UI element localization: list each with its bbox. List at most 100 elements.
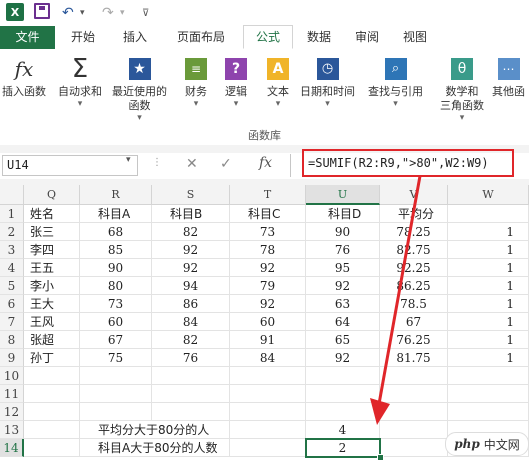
cell-R2[interactable]: 68 <box>80 223 152 241</box>
cell-V12[interactable] <box>380 403 448 421</box>
select-all-corner[interactable] <box>0 185 24 205</box>
cell-W11[interactable] <box>448 385 529 403</box>
cell-W5[interactable]: 1 <box>448 277 529 295</box>
cell-T10[interactable] <box>230 367 306 385</box>
undo-icon[interactable]: ↶ <box>62 3 74 23</box>
cell-Q12[interactable] <box>24 403 80 421</box>
row-header-1[interactable]: 1 <box>0 205 24 223</box>
row-header-8[interactable]: 8 <box>0 331 24 349</box>
cell-S9[interactable]: 76 <box>152 349 230 367</box>
cell-W4[interactable]: 1 <box>448 259 529 277</box>
cell-W2[interactable]: 1 <box>448 223 529 241</box>
cell-T7[interactable]: 60 <box>230 313 306 331</box>
formula-input[interactable]: =SUMIF(R2:R9,">80",W2:W9) <box>302 149 514 177</box>
cell-S11[interactable] <box>152 385 230 403</box>
cell-T13[interactable] <box>230 421 306 439</box>
cell-S14[interactable] <box>152 439 230 457</box>
cell-T9[interactable]: 84 <box>230 349 306 367</box>
row-header-9[interactable]: 9 <box>0 349 24 367</box>
cell-T1[interactable]: 科目C <box>230 205 306 223</box>
cell-Q1[interactable]: 姓名 <box>24 205 80 223</box>
tab-1[interactable]: 开始 <box>58 26 108 49</box>
cell-Q13[interactable] <box>24 421 80 439</box>
cell-R14[interactable]: 科目A大于80分的人数 <box>80 439 217 457</box>
ribbon-button-7[interactable]: ⌕ 查找与引用 ▾ <box>368 55 423 109</box>
row-header-11[interactable]: 11 <box>0 385 24 403</box>
tab-0[interactable]: 文件 <box>0 26 55 49</box>
cell-U12[interactable] <box>306 403 380 421</box>
fill-handle[interactable] <box>377 454 384 461</box>
cell-S7[interactable]: 84 <box>152 313 230 331</box>
column-header-R[interactable]: R <box>80 185 152 205</box>
cell-U2[interactable]: 90 <box>306 223 380 241</box>
column-header-W[interactable]: W <box>448 185 529 205</box>
ribbon-button-2[interactable]: ★ 最近使用的 函数 ▾ <box>112 55 167 123</box>
cell-Q14[interactable] <box>24 439 80 457</box>
cell-S1[interactable]: 科目B <box>152 205 230 223</box>
tab-2[interactable]: 插入 <box>112 26 158 49</box>
ribbon-button-8[interactable]: θ 数学和 三角函数 ▾ <box>440 55 484 123</box>
cell-V11[interactable] <box>380 385 448 403</box>
ribbon-button-0[interactable]: fx 插入函数 <box>2 55 46 99</box>
name-box-dropdown-icon[interactable]: ▾ <box>126 155 131 165</box>
cell-W7[interactable]: 1 <box>448 313 529 331</box>
cell-V13[interactable] <box>380 421 448 439</box>
cell-U10[interactable] <box>306 367 380 385</box>
cell-T8[interactable]: 91 <box>230 331 306 349</box>
column-header-Q[interactable]: Q <box>24 185 80 205</box>
tab-6[interactable]: 审阅 <box>344 26 390 49</box>
cell-R3[interactable]: 85 <box>80 241 152 259</box>
redo-dropdown-icon[interactable]: ▾ <box>120 3 125 23</box>
cell-V2[interactable]: 78.25 <box>380 223 448 241</box>
insert-function-icon[interactable]: fx <box>259 155 272 171</box>
enter-icon[interactable]: ✓ <box>220 156 232 172</box>
cell-R10[interactable] <box>80 367 152 385</box>
cell-W9[interactable]: 1 <box>448 349 529 367</box>
row-header-5[interactable]: 5 <box>0 277 24 295</box>
cell-S6[interactable]: 86 <box>152 295 230 313</box>
tab-7[interactable]: 视图 <box>392 26 438 49</box>
cell-U7[interactable]: 64 <box>306 313 380 331</box>
cell-Q7[interactable]: 王风 <box>24 313 80 331</box>
row-header-2[interactable]: 2 <box>0 223 24 241</box>
cell-W3[interactable]: 1 <box>448 241 529 259</box>
cell-T14[interactable] <box>230 439 306 457</box>
cell-R5[interactable]: 80 <box>80 277 152 295</box>
cell-S13[interactable] <box>152 421 230 439</box>
cell-T4[interactable]: 92 <box>230 259 306 277</box>
cell-Q9[interactable]: 孙丁 <box>24 349 80 367</box>
cell-Q11[interactable] <box>24 385 80 403</box>
column-header-S[interactable]: S <box>152 185 230 205</box>
cell-Q4[interactable]: 王五 <box>24 259 80 277</box>
active-cell-selection[interactable] <box>305 438 381 458</box>
name-box[interactable]: U14 <box>2 155 138 176</box>
cell-V10[interactable] <box>380 367 448 385</box>
cell-Q8[interactable]: 张超 <box>24 331 80 349</box>
cell-U9[interactable]: 92 <box>306 349 380 367</box>
cell-T3[interactable]: 78 <box>230 241 306 259</box>
cell-R8[interactable]: 67 <box>80 331 152 349</box>
ribbon-button-9[interactable]: ⋯ 其他函 <box>492 55 525 99</box>
undo-dropdown-icon[interactable]: ▾ <box>80 3 85 23</box>
cell-W6[interactable]: 1 <box>448 295 529 313</box>
cell-S5[interactable]: 94 <box>152 277 230 295</box>
cell-T6[interactable]: 92 <box>230 295 306 313</box>
cell-V7[interactable]: 67 <box>380 313 448 331</box>
cell-V5[interactable]: 86.25 <box>380 277 448 295</box>
cell-U6[interactable]: 63 <box>306 295 380 313</box>
cell-U1[interactable]: 科目D <box>306 205 380 223</box>
cell-V6[interactable]: 78.5 <box>380 295 448 313</box>
ribbon-button-5[interactable]: A 文本 ▾ <box>264 55 292 109</box>
cell-R11[interactable] <box>80 385 152 403</box>
column-header-V[interactable]: V <box>380 185 448 205</box>
cell-R1[interactable]: 科目A <box>80 205 152 223</box>
row-header-3[interactable]: 3 <box>0 241 24 259</box>
cell-T2[interactable]: 73 <box>230 223 306 241</box>
redo-icon[interactable]: ↷ <box>102 3 114 23</box>
cell-V14[interactable] <box>380 439 448 457</box>
cell-R7[interactable]: 60 <box>80 313 152 331</box>
column-header-U[interactable]: U <box>306 185 380 205</box>
cell-U13[interactable]: 4 <box>306 421 380 439</box>
cell-T11[interactable] <box>230 385 306 403</box>
cell-R13[interactable]: 平均分大于80分的人 <box>80 421 209 439</box>
